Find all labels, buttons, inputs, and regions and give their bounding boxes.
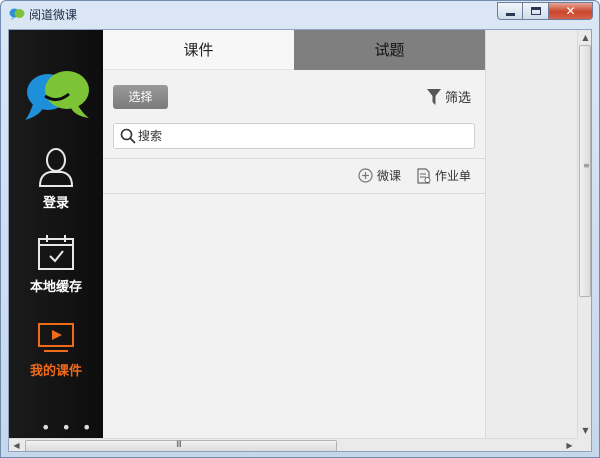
close-button[interactable]: ✕ (549, 2, 593, 20)
scroll-left-icon[interactable]: ◀ (9, 439, 24, 451)
worksheet-button[interactable]: 作业单 (417, 167, 471, 184)
minimize-icon (506, 13, 515, 16)
tab-bar: 课件 试题 (103, 30, 485, 70)
add-microcourse-button[interactable]: 微课 (358, 167, 401, 184)
scroll-grip-icon: III (176, 440, 182, 450)
client-area: 登录 本地缓存 我的课件 • • • 课件 试题 选择 筛选 搜索 微课 作业单… (8, 29, 592, 452)
plus-circle-icon (358, 168, 373, 183)
content-panel (485, 30, 577, 438)
user-icon (38, 148, 74, 187)
filter-icon (426, 88, 441, 105)
vertical-scrollbar[interactable]: ▲ ≡ ▼ (577, 30, 591, 438)
sidebar: 登录 本地缓存 我的课件 • • • (9, 30, 103, 438)
worksheet-label: 作业单 (434, 169, 471, 183)
search-box (113, 123, 475, 149)
sidebar-item-my-courseware[interactable]: 我的课件 (9, 322, 103, 379)
scrollbar-corner (577, 438, 591, 451)
divider (103, 193, 485, 194)
window-title: 阅道微课 (29, 8, 78, 22)
play-screen-icon (38, 323, 74, 352)
close-icon: ✕ (565, 4, 576, 18)
tab-questions[interactable]: 试题 (294, 30, 485, 70)
scroll-right-icon[interactable]: ▶ (562, 439, 577, 451)
speech-bubbles-logo-icon (25, 71, 89, 120)
main-panel: 课件 试题 选择 筛选 搜索 微课 作业单 (103, 30, 485, 438)
maximize-button[interactable] (523, 2, 549, 20)
app-window: 阅道微课 ✕ 登录 本地缓存 我的课件 • • • 课件 试题 选择 筛选 搜索… (0, 0, 600, 458)
scroll-up-icon[interactable]: ▲ (578, 30, 591, 45)
sidebar-item-label: 我的课件 (29, 364, 82, 379)
sidebar-item-label: 本地缓存 (29, 280, 82, 295)
horizontal-scrollbar[interactable]: ◀ III ▶ (9, 438, 577, 451)
title-bar[interactable]: 阅道微课 ✕ (1, 1, 599, 28)
select-button[interactable]: 选择 (113, 85, 168, 109)
maximize-icon (531, 7, 541, 15)
search-icon (120, 128, 136, 144)
vertical-scroll-thumb[interactable]: ≡ (579, 45, 591, 297)
tab-courseware[interactable]: 课件 (103, 30, 294, 70)
filter-button[interactable]: 筛选 (426, 87, 471, 106)
scroll-grip-icon: ≡ (583, 161, 590, 170)
horizontal-scroll-thumb[interactable]: III (25, 440, 337, 451)
filter-label: 筛选 (444, 91, 471, 106)
app-logo-icon (9, 8, 25, 20)
caption-buttons: ✕ (497, 2, 593, 21)
search-input[interactable] (138, 127, 458, 145)
minimize-button[interactable] (497, 2, 523, 20)
document-icon (417, 167, 431, 184)
divider (103, 158, 485, 159)
scroll-down-icon[interactable]: ▼ (578, 423, 591, 438)
action-toolbar: 微课 作业单 (342, 167, 471, 184)
more-menu-icon[interactable]: • • • (41, 418, 94, 437)
sidebar-item-local-cache[interactable]: 本地缓存 (9, 234, 103, 295)
add-microcourse-label: 微课 (376, 169, 401, 183)
sidebar-item-login[interactable]: 登录 (9, 146, 103, 211)
calendar-check-icon (38, 235, 74, 270)
sidebar-item-label: 登录 (42, 196, 69, 211)
